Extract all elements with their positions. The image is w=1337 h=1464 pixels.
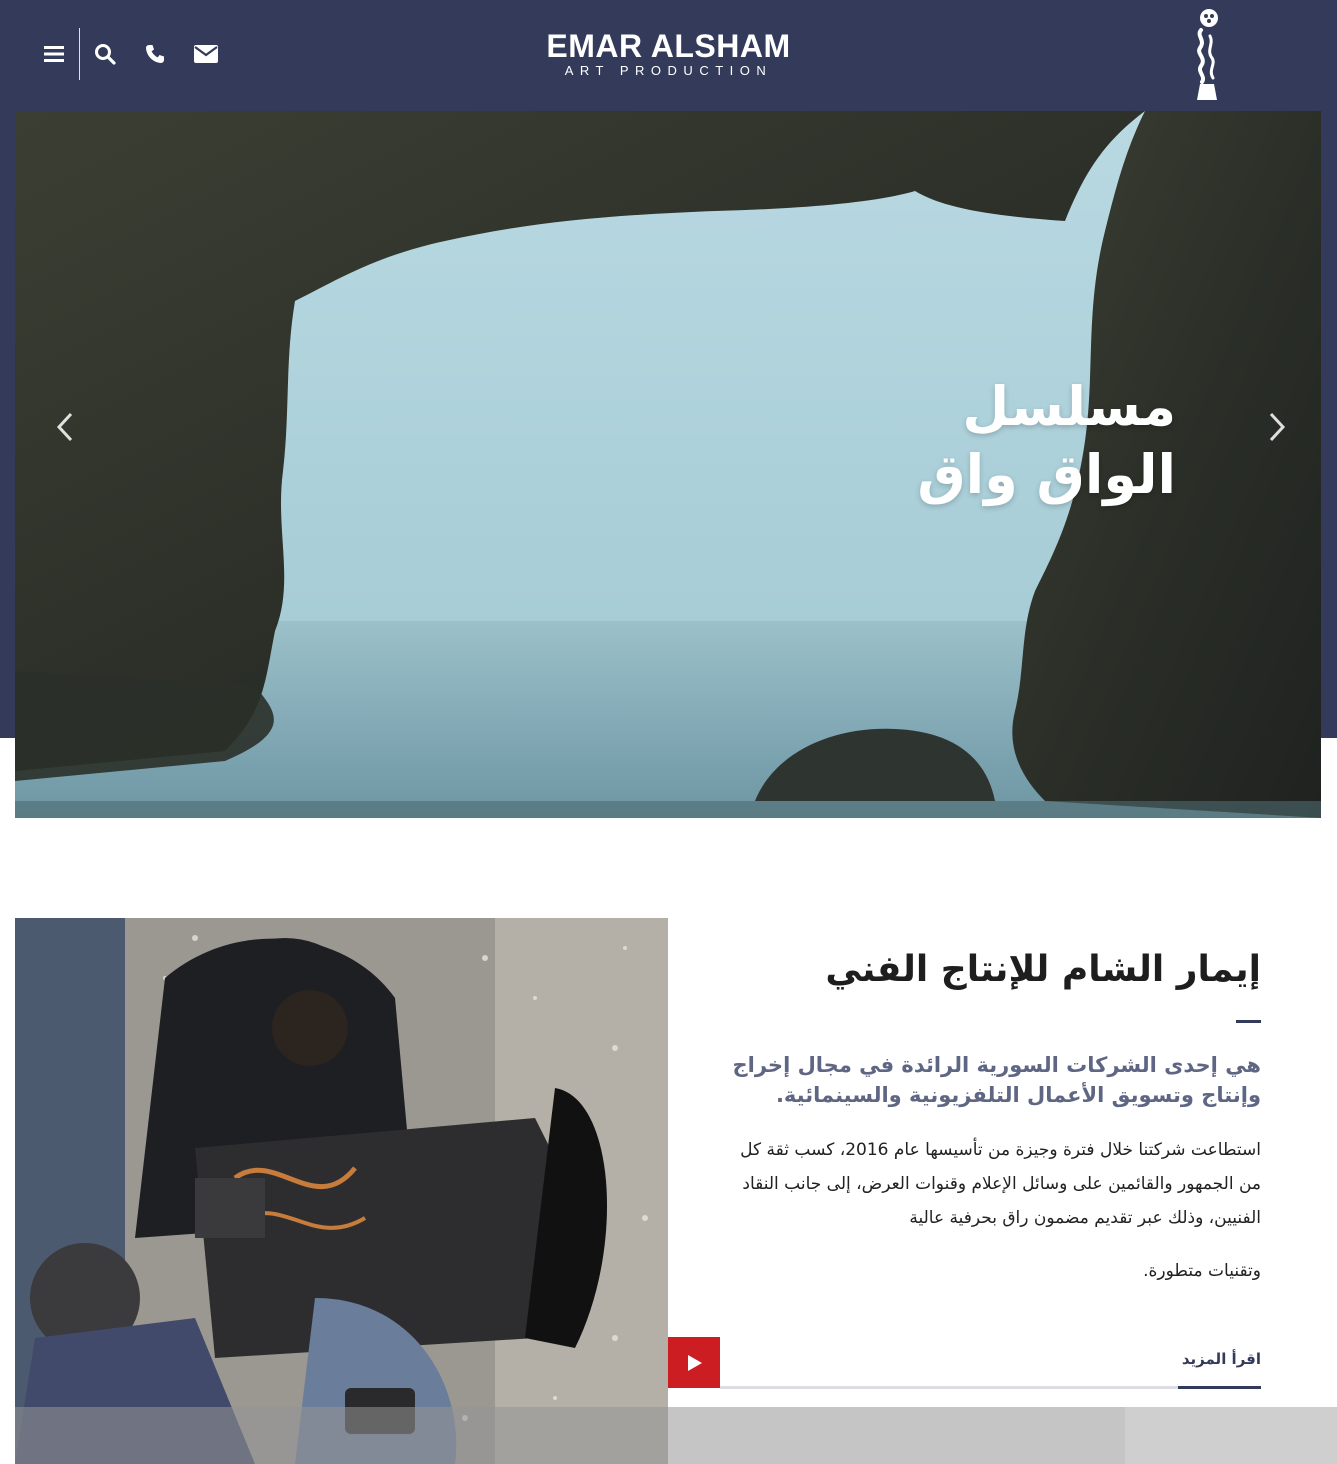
hero-title-line1: مسلسل	[962, 375, 1176, 438]
about-title: إيمار الشام للإنتاج الفني	[825, 949, 1261, 990]
chevron-left-icon[interactable]	[50, 411, 80, 443]
hero-title-line2: الواق واق	[917, 443, 1176, 506]
header-divider	[79, 28, 80, 80]
about-section: إيمار الشام للإنتاج الفني هي إحدى الشركا…	[720, 940, 1261, 1281]
hero-slider: مسلسل الواق واق	[15, 111, 1321, 818]
about-body-ending: وتقنيات متطورة.	[1143, 1261, 1261, 1281]
about-image	[15, 918, 668, 1464]
read-more-underline	[720, 1386, 1261, 1389]
title-underline	[1236, 1020, 1261, 1023]
phone-icon[interactable]	[139, 38, 171, 70]
about-body: استطاعت شركتنا خلال فترة وجيزة من تأسيسه…	[720, 1133, 1261, 1288]
about-subtitle: هي إحدى الشركات السورية الرائدة في مجال …	[732, 1053, 1261, 1107]
logo-subtitle: ART PRODUCTION	[564, 63, 773, 78]
hero-title: مسلسل الواق واق	[816, 373, 1176, 509]
menu-icon[interactable]	[38, 38, 70, 70]
play-icon[interactable]	[668, 1337, 720, 1388]
emblem-icon	[1192, 6, 1222, 102]
about-body-paragraph: استطاعت شركتنا خلال فترة وجيزة من تأسيسه…	[740, 1140, 1261, 1228]
site-logo[interactable]: EMAR ALSHAM ART PRODUCTION	[540, 30, 797, 80]
search-icon[interactable]	[89, 38, 121, 70]
chevron-right-icon[interactable]	[1262, 411, 1292, 443]
bottom-overlay-right	[1125, 1407, 1337, 1464]
site-header: EMAR ALSHAM ART PRODUCTION	[0, 0, 1337, 110]
mail-icon[interactable]	[190, 38, 222, 70]
read-more-link[interactable]: اقرأ المزيد	[1178, 1350, 1261, 1389]
logo-title: EMAR ALSHAM	[546, 28, 791, 64]
